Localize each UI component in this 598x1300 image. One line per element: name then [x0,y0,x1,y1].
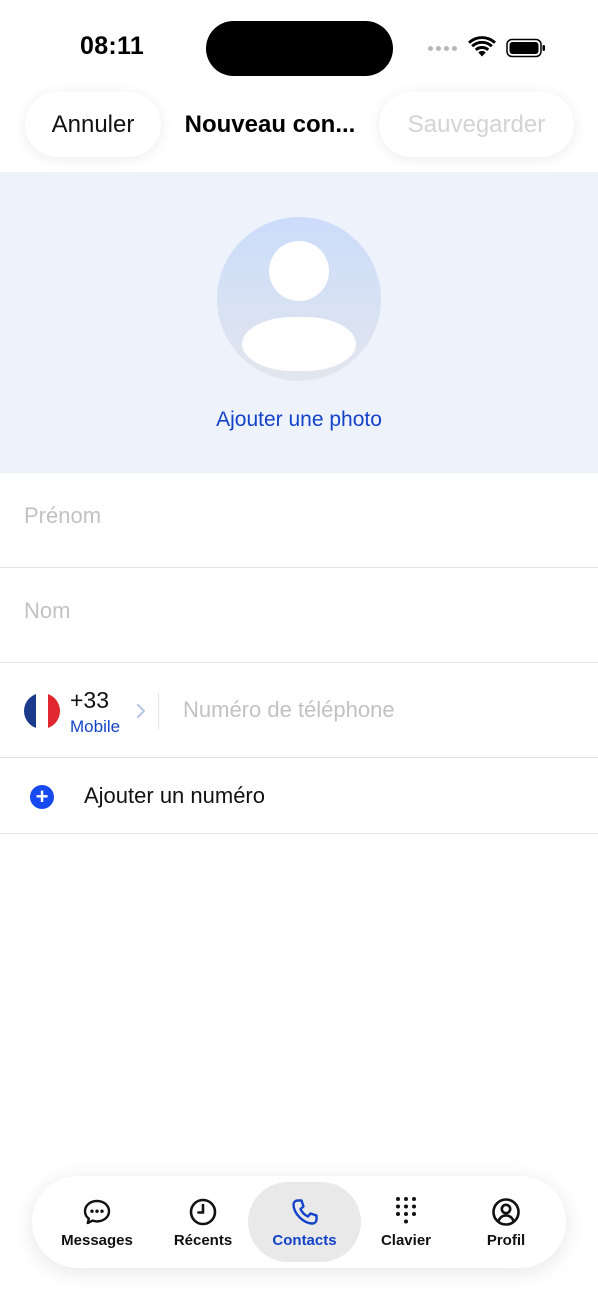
battery-icon [506,38,545,58]
status-bar: 08:11 [0,0,598,90]
avatar-head [269,241,329,301]
add-photo-link[interactable]: Ajouter une photo [0,408,598,432]
photo-section: Ajouter une photo [0,172,598,473]
tab-label: Récents [173,1231,233,1249]
first-name-field[interactable] [24,503,564,529]
dynamic-island [206,21,393,76]
tab-contacts[interactable]: Contacts [248,1182,361,1262]
chevron-right-icon[interactable] [134,700,148,722]
tab-recents[interactable]: Récents [152,1182,254,1262]
first-name-row [0,473,598,568]
signal-icon [428,46,457,51]
keypad-icon [396,1196,416,1223]
add-number-label[interactable]: Ajouter un numéro [84,783,265,809]
tab-profile[interactable]: Profil [456,1182,556,1262]
last-name-field[interactable] [24,598,564,624]
country-code[interactable]: +33 [70,687,109,714]
save-button[interactable]: Sauvegarder [379,92,574,157]
navigation-header: Annuler Nouveau con... Sauvegarder [0,92,598,160]
wifi-icon [468,36,496,57]
last-name-row [0,568,598,663]
chat-bubble-icon [83,1199,111,1224]
phone-divider [158,693,159,729]
status-time: 08:11 [80,32,145,60]
avatar-body [242,317,356,371]
avatar-placeholder-icon[interactable] [217,217,381,381]
tab-keypad[interactable]: Clavier [357,1182,455,1262]
add-number-row[interactable]: + Ajouter un numéro [0,758,598,834]
france-flag-icon[interactable] [24,693,60,729]
cancel-button[interactable]: Annuler [25,92,161,157]
clock-icon [189,1198,217,1225]
tab-label: Profil [486,1231,526,1249]
tab-label: Contacts [272,1231,337,1249]
page-title: Nouveau con... [184,110,356,138]
tab-label: Clavier [380,1231,432,1249]
phone-number-field[interactable] [183,697,573,723]
profile-icon [492,1197,520,1226]
plus-circle-icon[interactable]: + [30,785,54,809]
tab-bar: Messages Récents Contacts Clavier Profil [32,1176,566,1268]
phone-row: +33 Mobile [0,663,598,758]
phone-type-label[interactable]: Mobile [70,717,120,737]
tab-label: Messages [61,1231,133,1249]
phone-icon [291,1198,318,1225]
tab-messages[interactable]: Messages [42,1182,152,1262]
